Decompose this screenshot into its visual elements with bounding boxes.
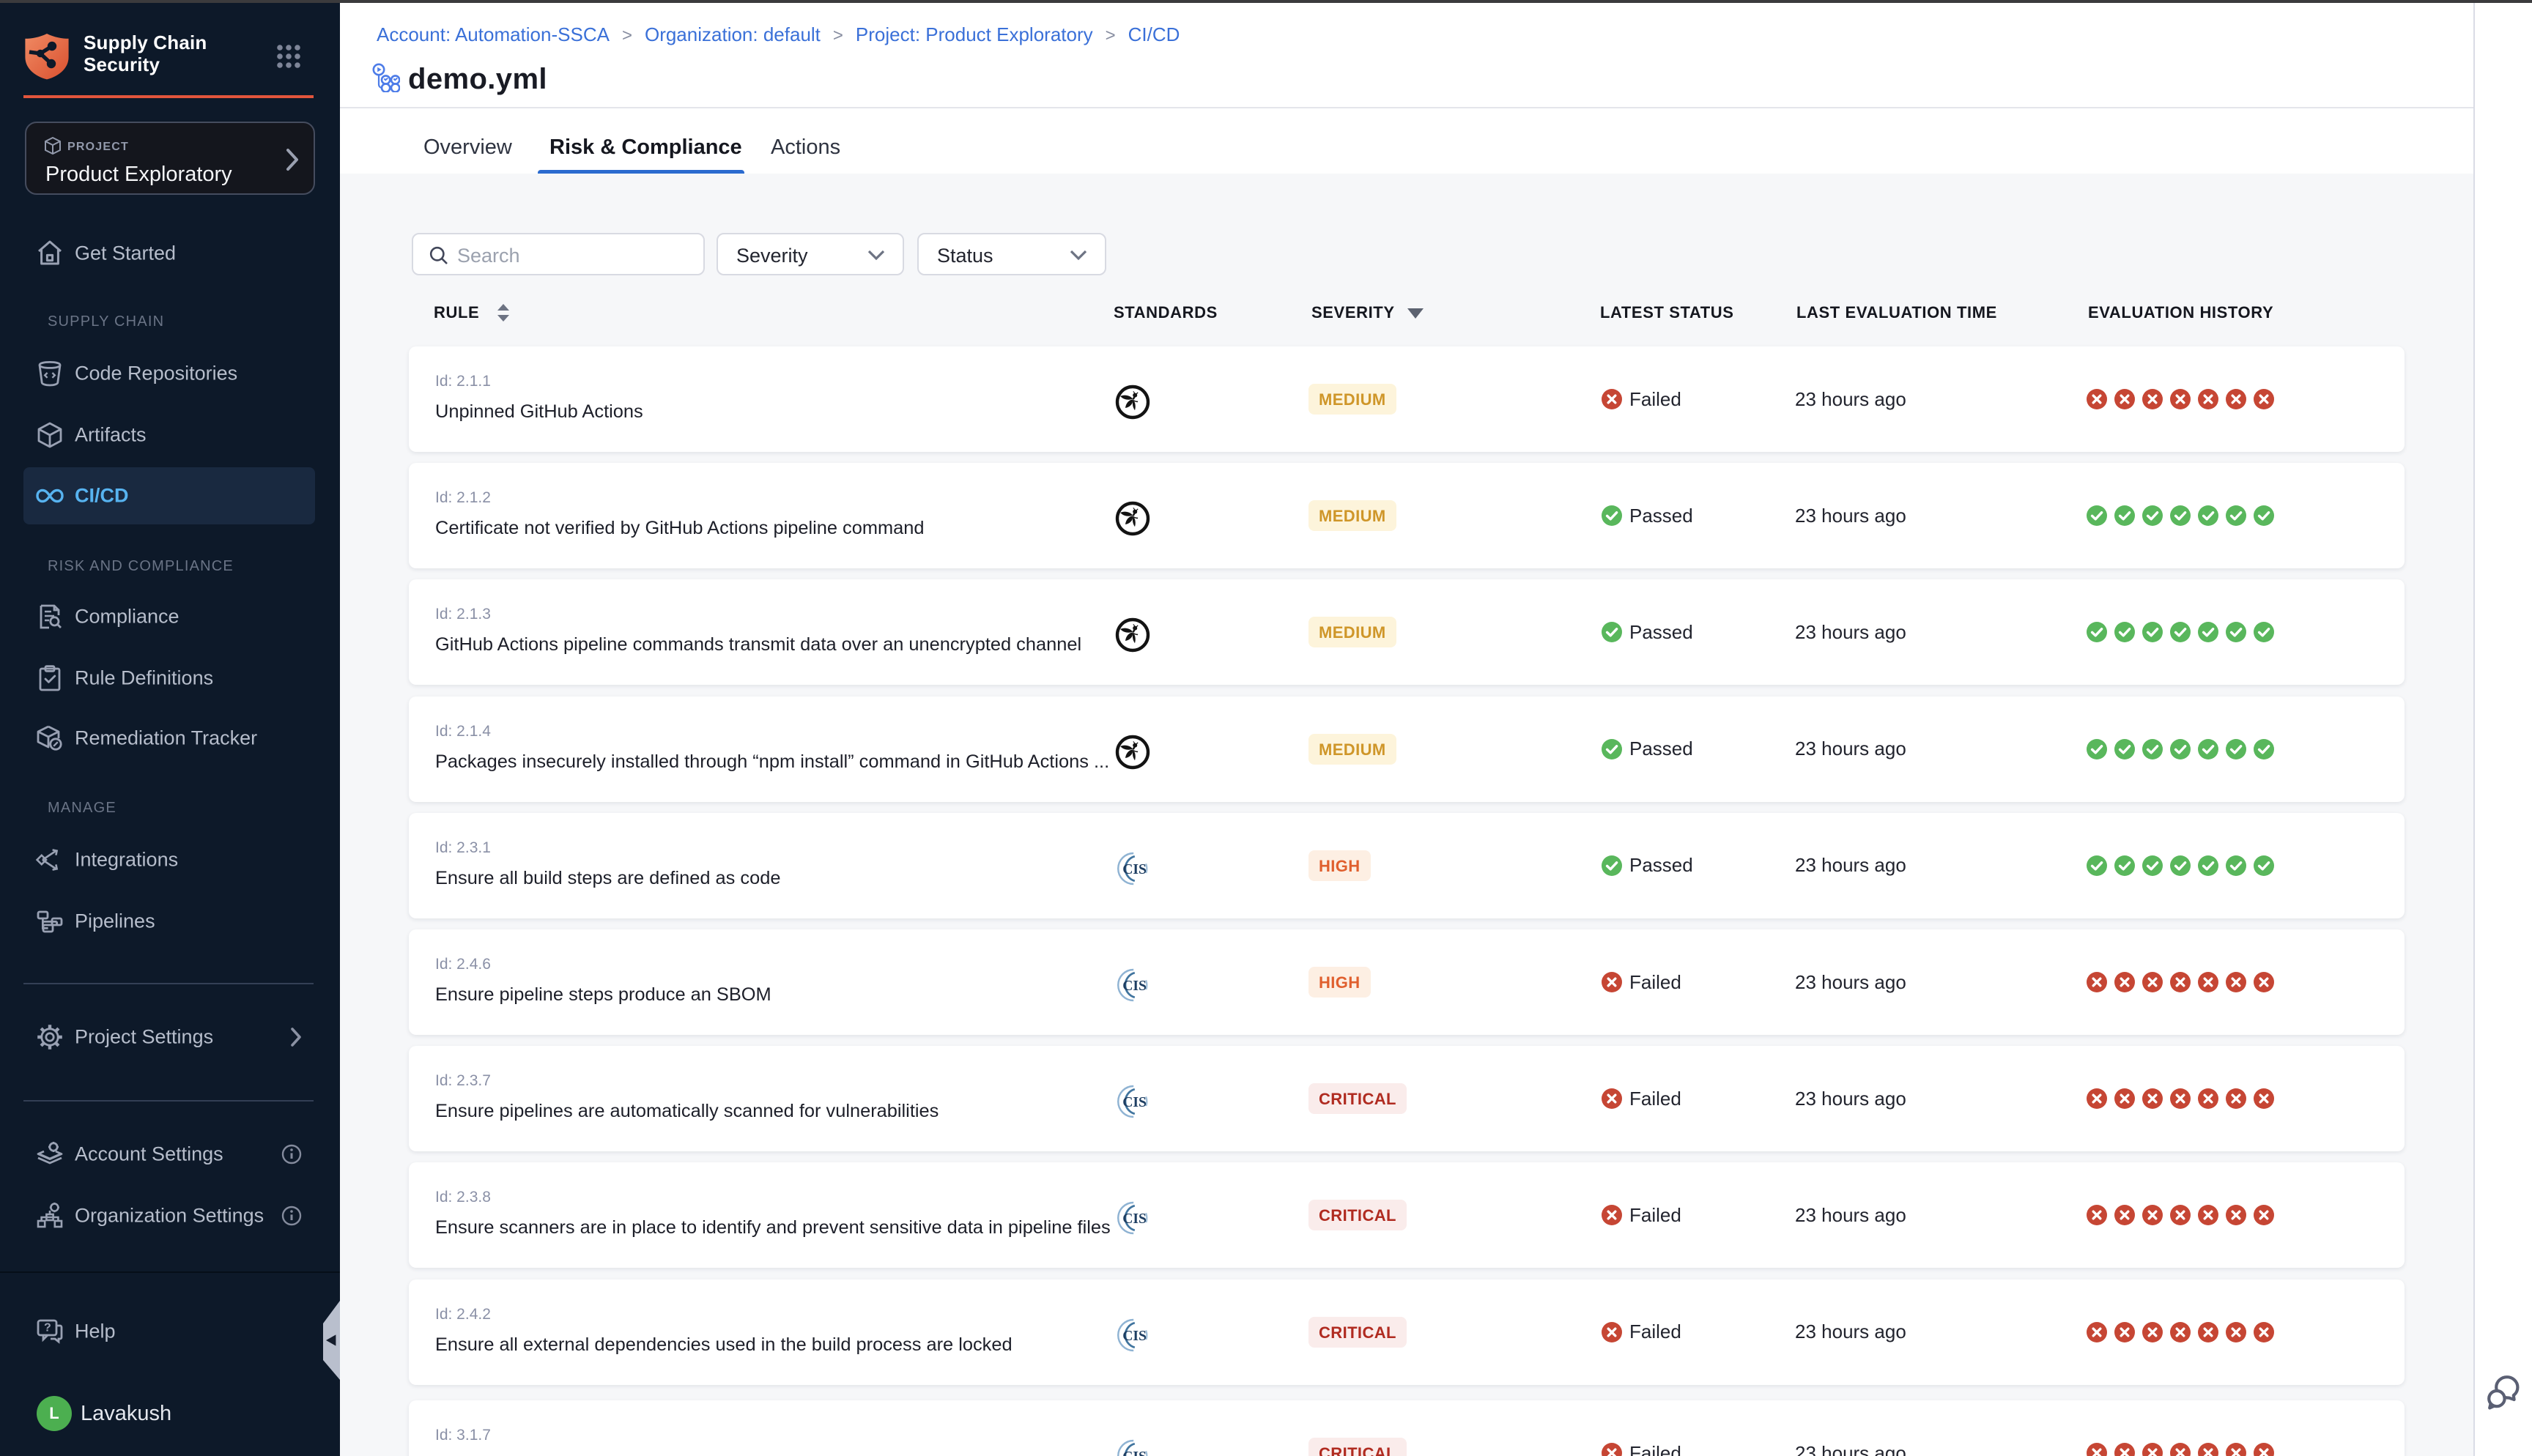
svg-text:CIS: CIS: [1122, 1211, 1147, 1227]
svg-text:CIS: CIS: [1122, 1095, 1147, 1110]
svg-text:CIS: CIS: [1122, 862, 1147, 877]
svg-text:CIS: CIS: [1122, 978, 1147, 994]
svg-text:CIS: CIS: [1122, 1449, 1147, 1456]
svg-text:CIS: CIS: [1122, 1328, 1147, 1343]
svg-text:?: ?: [44, 1322, 51, 1334]
